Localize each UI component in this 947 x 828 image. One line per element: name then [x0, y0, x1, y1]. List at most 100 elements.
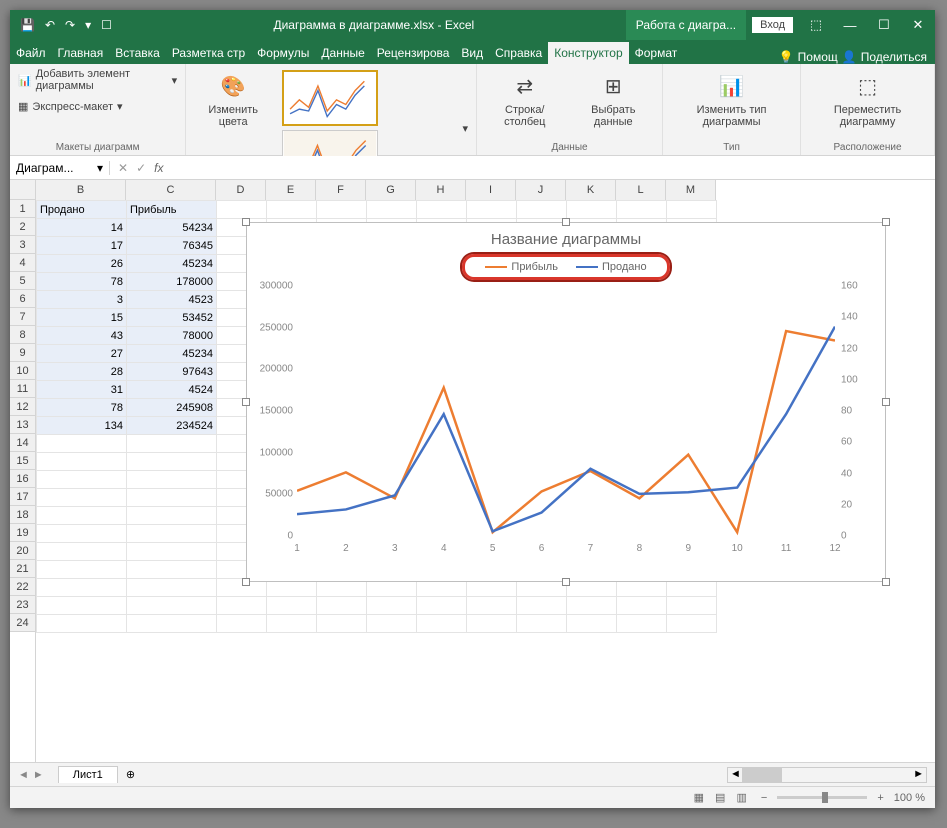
row-header-14[interactable]: 14: [10, 434, 35, 452]
chart-legend[interactable]: Прибыль Продано: [462, 254, 669, 280]
legend-item-sold[interactable]: Продано: [576, 261, 647, 273]
chart-object[interactable]: Название диаграммы Прибыль Продано: [246, 222, 886, 582]
tab-format[interactable]: Формат: [629, 42, 684, 64]
col-header-F[interactable]: F: [316, 180, 366, 200]
row-header-8[interactable]: 8: [10, 326, 35, 344]
sheet-nav-next-icon[interactable]: ►: [33, 769, 44, 781]
tab-layout[interactable]: Разметка стр: [166, 42, 251, 64]
namebox-dropdown-icon[interactable]: ▾: [97, 161, 103, 175]
row-header-9[interactable]: 9: [10, 344, 35, 362]
col-header-D[interactable]: D: [216, 180, 266, 200]
row-header-6[interactable]: 6: [10, 290, 35, 308]
login-button[interactable]: Вход: [752, 17, 793, 33]
horizontal-scrollbar[interactable]: ◄ ►: [727, 767, 927, 783]
page-layout-view-icon[interactable]: ▤: [711, 792, 729, 804]
accept-formula-icon[interactable]: ✓: [136, 161, 146, 175]
row-header-13[interactable]: 13: [10, 416, 35, 434]
resize-handle-s[interactable]: [562, 578, 570, 586]
row-header-4[interactable]: 4: [10, 254, 35, 272]
legend-item-profit[interactable]: Прибыль: [485, 261, 558, 273]
col-header-L[interactable]: L: [616, 180, 666, 200]
row-header-21[interactable]: 21: [10, 560, 35, 578]
touch-mode-icon[interactable]: ☐: [101, 18, 112, 32]
tab-file[interactable]: Файл: [10, 42, 52, 64]
resize-handle-sw[interactable]: [242, 578, 250, 586]
row-header-10[interactable]: 10: [10, 362, 35, 380]
col-header-C[interactable]: C: [126, 180, 216, 200]
row-header-16[interactable]: 16: [10, 470, 35, 488]
row-header-5[interactable]: 5: [10, 272, 35, 290]
sheet-tab-1[interactable]: Лист1: [58, 766, 118, 783]
row-header-22[interactable]: 22: [10, 578, 35, 596]
col-header-B[interactable]: B: [36, 180, 126, 200]
col-header-K[interactable]: K: [566, 180, 616, 200]
styles-more-icon[interactable]: ▾: [462, 122, 468, 135]
resize-handle-nw[interactable]: [242, 218, 250, 226]
col-header-M[interactable]: M: [666, 180, 716, 200]
sheet-nav-prev-icon[interactable]: ◄: [18, 769, 29, 781]
tab-data[interactable]: Данные: [315, 42, 370, 64]
row-header-24[interactable]: 24: [10, 614, 35, 632]
help-label[interactable]: Помощ: [798, 50, 838, 64]
row-header-19[interactable]: 19: [10, 524, 35, 542]
tab-view[interactable]: Вид: [455, 42, 489, 64]
col-header-G[interactable]: G: [366, 180, 416, 200]
minimize-icon[interactable]: —: [833, 10, 867, 40]
chart-style-1[interactable]: [282, 70, 378, 126]
normal-view-icon[interactable]: ▦: [690, 792, 708, 804]
tab-review[interactable]: Рецензирова: [371, 42, 456, 64]
close-icon[interactable]: ✕: [901, 10, 935, 40]
row-header-15[interactable]: 15: [10, 452, 35, 470]
redo-icon[interactable]: ↷: [65, 18, 75, 32]
col-header-J[interactable]: J: [516, 180, 566, 200]
switch-row-col-button[interactable]: ⇄ Строка/ столбец: [485, 68, 565, 130]
zoom-in-icon[interactable]: +: [877, 792, 883, 804]
new-sheet-icon[interactable]: ⊕: [118, 768, 143, 781]
cancel-formula-icon[interactable]: ✕: [118, 161, 128, 175]
ribbon-options-icon[interactable]: ⬚: [799, 10, 833, 40]
resize-handle-ne[interactable]: [882, 218, 890, 226]
row-header-1[interactable]: 1: [10, 200, 35, 218]
lightbulb-icon[interactable]: 💡: [779, 50, 794, 64]
save-icon[interactable]: 💾: [20, 18, 35, 32]
col-header-I[interactable]: I: [466, 180, 516, 200]
qat-more-icon[interactable]: ▾: [85, 18, 91, 32]
row-header-12[interactable]: 12: [10, 398, 35, 416]
change-chart-type-button[interactable]: 📊 Изменить тип диаграммы: [671, 68, 792, 130]
tab-design[interactable]: Конструктор: [548, 42, 628, 64]
name-box[interactable]: Диаграм...▾: [10, 161, 110, 175]
row-header-18[interactable]: 18: [10, 506, 35, 524]
fx-icon[interactable]: fx: [154, 161, 163, 175]
add-chart-element-button[interactable]: 📊 Добавить элемент диаграммы▾: [18, 68, 177, 92]
col-header-H[interactable]: H: [416, 180, 466, 200]
col-header-E[interactable]: E: [266, 180, 316, 200]
undo-icon[interactable]: ↶: [45, 18, 55, 32]
row-header-7[interactable]: 7: [10, 308, 35, 326]
change-colors-button[interactable]: 🎨 Изменить цвета: [194, 68, 272, 130]
chart-title[interactable]: Название диаграммы: [247, 231, 885, 248]
resize-handle-se[interactable]: [882, 578, 890, 586]
row-header-2[interactable]: 2: [10, 218, 35, 236]
resize-handle-n[interactable]: [562, 218, 570, 226]
row-header-23[interactable]: 23: [10, 596, 35, 614]
chart-plot-area[interactable]: 050000100000150000200000250000300000 020…: [297, 286, 835, 536]
select-all-corner[interactable]: [10, 180, 36, 200]
move-chart-button[interactable]: ⬚ Переместить диаграмму: [809, 68, 926, 130]
row-header-3[interactable]: 3: [10, 236, 35, 254]
resize-handle-w[interactable]: [242, 398, 250, 406]
row-header-20[interactable]: 20: [10, 542, 35, 560]
quick-layout-button[interactable]: ▦ Экспресс-макет▾: [18, 100, 123, 113]
share-icon[interactable]: 👤: [842, 50, 857, 64]
row-header-11[interactable]: 11: [10, 380, 35, 398]
share-label[interactable]: Поделиться: [861, 50, 927, 64]
worksheet-grid[interactable]: BCDEFGHIJKLM 123456789101112131415161718…: [10, 180, 935, 762]
tab-formulas[interactable]: Формулы: [251, 42, 315, 64]
tab-help[interactable]: Справка: [489, 42, 548, 64]
tab-insert[interactable]: Вставка: [109, 42, 166, 64]
tab-home[interactable]: Главная: [52, 42, 110, 64]
zoom-level[interactable]: 100 %: [894, 792, 925, 804]
resize-handle-e[interactable]: [882, 398, 890, 406]
page-break-view-icon[interactable]: ▥: [733, 792, 751, 804]
select-data-button[interactable]: ⊞ Выбрать данные: [573, 68, 654, 130]
row-header-17[interactable]: 17: [10, 488, 35, 506]
